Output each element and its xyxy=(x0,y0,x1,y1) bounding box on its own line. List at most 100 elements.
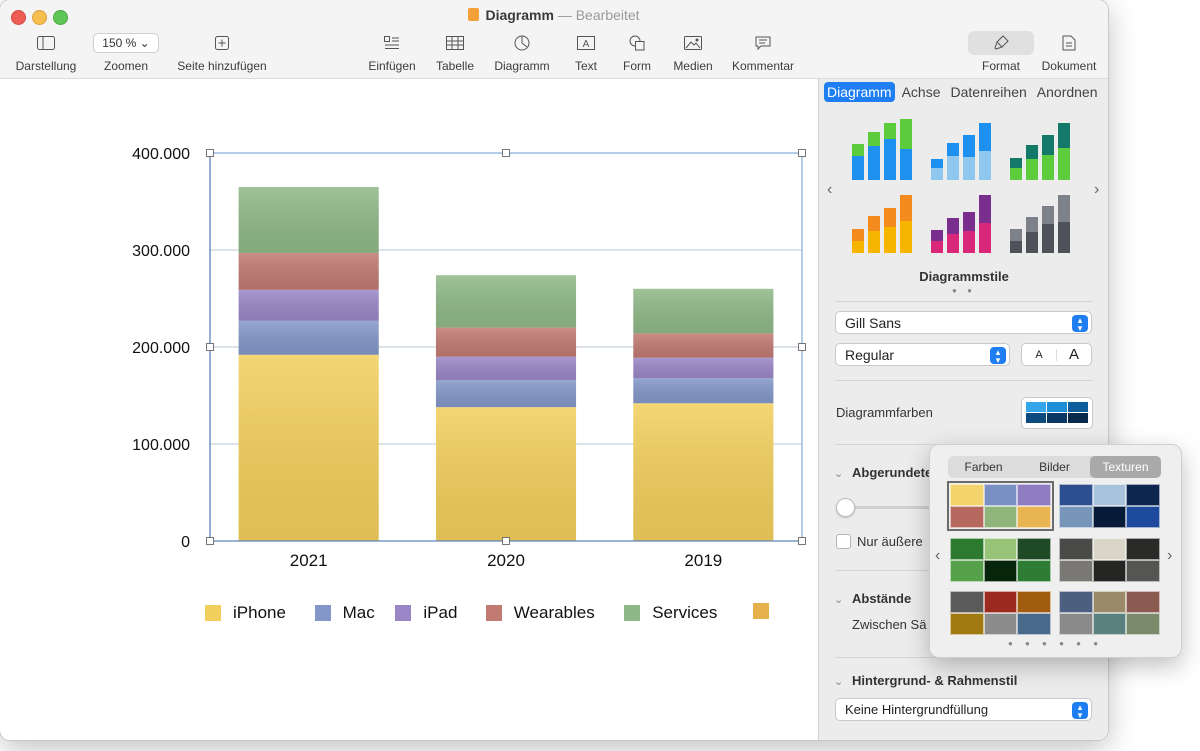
font-style-popup[interactable]: Regular ▴ ▾ xyxy=(835,343,1010,366)
texture-palette[interactable] xyxy=(1059,484,1160,528)
chart-colors-button[interactable] xyxy=(1021,397,1093,429)
add-page-button[interactable]: Seite hinzufügen xyxy=(172,32,272,73)
chart-style-thumb[interactable] xyxy=(852,119,912,180)
chart-colors-label: Diagrammfarben xyxy=(836,405,933,420)
texture-palette[interactable] xyxy=(950,538,1051,582)
legend-item[interactable] xyxy=(753,603,781,619)
legend-label: iPhone xyxy=(233,603,286,622)
palette-color xyxy=(1017,560,1051,582)
palette-color xyxy=(950,484,984,506)
chevron-left-icon[interactable]: ‹ xyxy=(827,181,832,199)
tab-bilder[interactable]: Bilder xyxy=(1019,456,1090,478)
legend-item[interactable]: Services xyxy=(624,603,717,623)
updown-icon: ▴ ▾ xyxy=(1072,315,1088,332)
texture-palette[interactable] xyxy=(950,591,1051,635)
palette-color xyxy=(1092,484,1127,506)
palette-color xyxy=(950,538,984,560)
selection-handle[interactable] xyxy=(798,149,806,157)
chevron-left-icon[interactable]: ‹ xyxy=(935,547,940,565)
texture-palette[interactable] xyxy=(947,481,1054,531)
legend-item[interactable]: iPhone xyxy=(205,603,286,623)
palette-color xyxy=(1092,591,1127,613)
tab-diagramm[interactable]: Diagramm xyxy=(824,82,895,102)
table-button[interactable]: Tabelle xyxy=(430,32,480,73)
legend-item[interactable]: Wearables xyxy=(485,603,595,623)
selection-handle[interactable] xyxy=(502,537,510,545)
tab-achse[interactable]: Achse xyxy=(899,82,944,102)
chevron-down-icon[interactable]: ⌄ xyxy=(834,593,843,606)
texture-palette[interactable] xyxy=(1059,591,1160,635)
tab-farben[interactable]: Farben xyxy=(948,456,1019,478)
palette-color xyxy=(1017,613,1051,635)
bar-segment-texture xyxy=(435,379,577,408)
sidebar-tabs: Diagramm Achse Datenreihen Anordnen xyxy=(824,82,1101,102)
palette-color xyxy=(1017,591,1051,613)
bar-segment-texture xyxy=(633,333,774,358)
chart-icon xyxy=(490,32,554,54)
bar-chart[interactable]: 0 100.000 200.000 300.000 400.000 2021 2020 201… xyxy=(3,79,817,740)
palette-color xyxy=(983,506,1018,528)
page-dots[interactable]: ● ● ● ● ● ● xyxy=(930,639,1181,648)
legend-item[interactable]: Mac xyxy=(314,603,375,623)
bar-segment-texture xyxy=(238,289,379,321)
chevron-right-icon[interactable]: › xyxy=(1167,547,1172,565)
comment-icon xyxy=(728,32,798,54)
window-title: Diagramm — Bearbeitet xyxy=(0,7,1108,23)
zoom-popup[interactable]: 150 % ⌄ xyxy=(93,33,159,53)
legend-swatch xyxy=(485,605,502,621)
legend-item[interactable]: iPad xyxy=(395,603,457,623)
palette-color xyxy=(950,591,984,613)
view-button[interactable]: Darstellung xyxy=(8,32,84,73)
selection-handle[interactable] xyxy=(798,343,806,351)
document-canvas[interactable]: 0 100.000 200.000 300.000 400.000 2021 2020 201… xyxy=(3,79,817,740)
selection-handle[interactable] xyxy=(206,537,214,545)
document-button[interactable]: Dokument xyxy=(1036,32,1102,73)
font-larger-button[interactable]: A xyxy=(1057,346,1091,363)
tab-anordnen[interactable]: Anordnen xyxy=(1034,82,1101,102)
y-tick-label: 0 xyxy=(181,534,190,551)
chart-style-thumb[interactable] xyxy=(931,123,991,180)
page-dots[interactable]: ● ● xyxy=(819,286,1108,295)
zoom-control[interactable]: 150 % ⌄ Zoomen xyxy=(90,32,162,73)
chart-style-thumb[interactable] xyxy=(1010,195,1070,253)
comment-button[interactable]: Kommentar xyxy=(728,32,798,73)
outer-only-checkbox[interactable] xyxy=(836,534,851,549)
bar-segment-texture xyxy=(435,275,577,328)
background-fill-popup[interactable]: Keine Hintergrundfüllung ▴ ▾ xyxy=(835,698,1092,721)
tab-datenreihen[interactable]: Datenreihen xyxy=(948,82,1030,102)
insert-button[interactable]: Einfügen xyxy=(364,32,420,73)
shapes-icon xyxy=(616,32,658,54)
x-tick-label: 2021 xyxy=(290,551,328,570)
chevron-down-icon[interactable]: ⌄ xyxy=(834,675,843,688)
text-button[interactable]: A Text xyxy=(566,32,606,73)
chart-style-thumb[interactable] xyxy=(852,195,912,253)
legend-swatch xyxy=(314,605,331,621)
format-button[interactable]: Format xyxy=(966,31,1036,73)
palette-color xyxy=(1126,484,1160,506)
legend-swatch xyxy=(753,603,769,619)
palette-color xyxy=(1092,506,1127,528)
palette-color xyxy=(983,613,1018,635)
rounded-slider-thumb[interactable] xyxy=(836,498,855,517)
chevron-down-icon[interactable]: ⌄ xyxy=(834,467,843,480)
font-popup[interactable]: Gill Sans ▴ ▾ xyxy=(835,311,1092,334)
bar-segment-texture xyxy=(435,356,577,380)
chart-styles-grid xyxy=(852,119,1070,253)
media-button[interactable]: Medien xyxy=(668,32,718,73)
selection-handle[interactable] xyxy=(206,343,214,351)
selection-handle[interactable] xyxy=(206,149,214,157)
outer-only-label: Nur äußere xyxy=(857,534,923,549)
chevron-right-icon[interactable]: › xyxy=(1094,181,1099,199)
texture-palette[interactable] xyxy=(1059,538,1160,582)
font-smaller-button[interactable]: A xyxy=(1022,348,1057,361)
bar-segment-texture xyxy=(435,407,577,541)
chart-style-thumb[interactable] xyxy=(931,195,991,253)
palette-color xyxy=(1059,506,1093,528)
selection-handle[interactable] xyxy=(798,537,806,545)
chart-button[interactable]: Diagramm xyxy=(490,32,554,73)
selection-handle[interactable] xyxy=(502,149,510,157)
chart-style-thumb[interactable] xyxy=(1010,123,1070,180)
tab-texturen[interactable]: Texturen xyxy=(1090,456,1161,478)
updown-icon: ▴ ▾ xyxy=(1072,702,1088,719)
shape-button[interactable]: Form xyxy=(616,32,658,73)
